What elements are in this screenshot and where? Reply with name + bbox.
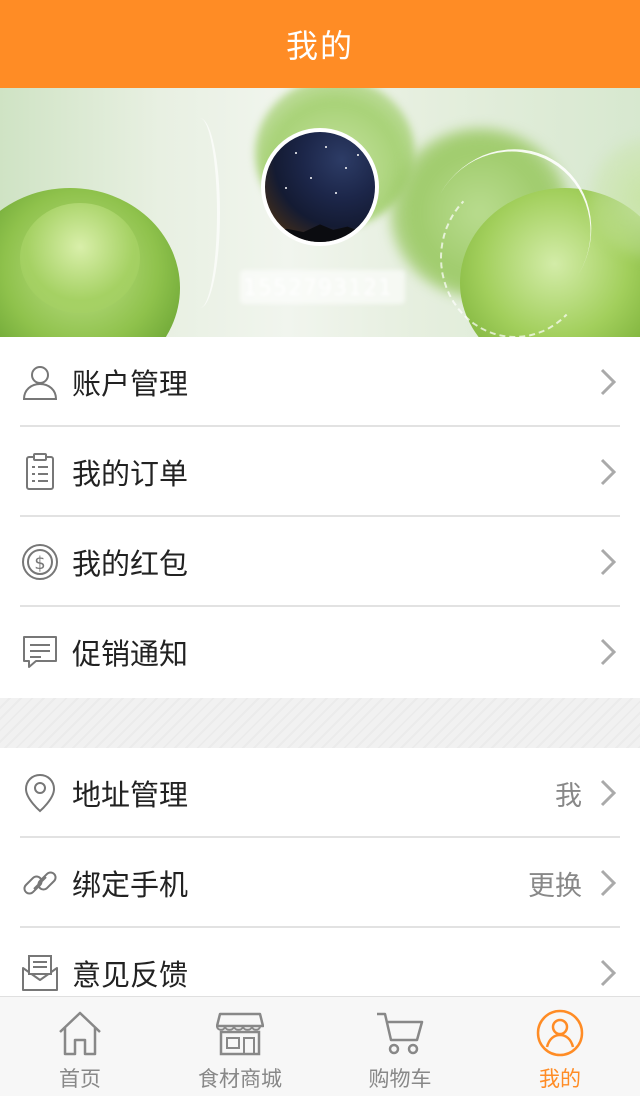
avatar-star bbox=[357, 154, 359, 156]
username: 1552793121 bbox=[243, 276, 393, 301]
tab-label: 我的 bbox=[539, 1067, 581, 1091]
menu-item-my-orders[interactable]: 我的订单 bbox=[0, 427, 640, 517]
banner-decor-arc bbox=[180, 118, 220, 308]
message-icon bbox=[20, 632, 60, 672]
tab-label: 购物车 bbox=[368, 1067, 432, 1091]
tab-profile[interactable]: 我的 bbox=[480, 997, 640, 1096]
avatar-star bbox=[335, 192, 337, 194]
menu-item-label: 促销通知 bbox=[72, 637, 189, 671]
chevron-right-icon bbox=[596, 953, 620, 993]
menu-group-account: 账户管理 我的订单 $ 我的红包 促销通知 bbox=[0, 337, 640, 698]
header-bar: 我的 bbox=[0, 0, 640, 88]
profile-page: 我的 1552793121 账户管理 我的订单 $ 我的红包 促销通知 地址管理… bbox=[0, 0, 640, 1096]
tab-cart[interactable]: 购物车 bbox=[320, 997, 480, 1096]
home-icon bbox=[54, 1007, 106, 1059]
tab-label: 食材商城 bbox=[198, 1067, 282, 1091]
banner-sprout-highlight bbox=[20, 203, 140, 313]
profile-icon bbox=[534, 1007, 586, 1059]
menu-item-promotion-notice[interactable]: 促销通知 bbox=[0, 607, 640, 697]
menu-item-account-management[interactable]: 账户管理 bbox=[0, 337, 640, 427]
menu-item-value: 我 bbox=[555, 780, 582, 812]
chevron-right-icon bbox=[596, 863, 620, 903]
menu-group-settings: 地址管理 我 绑定手机 更换 意见反馈 bbox=[0, 748, 640, 996]
avatar-star bbox=[310, 177, 312, 179]
menu-item-my-red-packets[interactable]: $ 我的红包 bbox=[0, 517, 640, 607]
location-pin-icon bbox=[20, 773, 60, 813]
tab-home[interactable]: 首页 bbox=[0, 997, 160, 1096]
mail-icon bbox=[20, 953, 60, 993]
menu-item-feedback[interactable]: 意见反馈 bbox=[0, 928, 640, 996]
clipboard-icon bbox=[20, 452, 60, 492]
chevron-right-icon bbox=[596, 452, 620, 492]
chevron-right-icon bbox=[596, 542, 620, 582]
coin-icon: $ bbox=[20, 542, 60, 582]
menu-item-address-management[interactable]: 地址管理 我 bbox=[0, 748, 640, 838]
tab-store[interactable]: 食材商城 bbox=[160, 997, 320, 1096]
cart-icon bbox=[374, 1007, 426, 1059]
menu-item-label: 绑定手机 bbox=[72, 868, 189, 902]
svg-text:$: $ bbox=[34, 553, 45, 574]
menu-item-label: 地址管理 bbox=[72, 778, 189, 812]
store-icon bbox=[214, 1007, 266, 1059]
profile-banner: 1552793121 bbox=[0, 88, 640, 337]
menu-item-bind-phone[interactable]: 绑定手机 更换 bbox=[0, 838, 640, 928]
menu-item-label: 账户管理 bbox=[72, 367, 189, 401]
avatar-star bbox=[345, 167, 347, 169]
avatar-star bbox=[325, 146, 327, 148]
menu-item-label: 我的订单 bbox=[72, 457, 189, 491]
chevron-right-icon bbox=[596, 632, 620, 672]
avatar-star bbox=[295, 152, 297, 154]
user-icon bbox=[20, 362, 60, 402]
chevron-right-icon bbox=[596, 362, 620, 402]
chevron-right-icon bbox=[596, 773, 620, 813]
menu-item-label: 我的红包 bbox=[72, 547, 189, 581]
section-separator bbox=[0, 698, 640, 748]
menu-item-value: 更换 bbox=[528, 870, 582, 902]
avatar[interactable] bbox=[261, 128, 379, 246]
avatar-star bbox=[285, 187, 287, 189]
bottom-tab-bar: 首页 食材商城 购物车 我的 bbox=[0, 996, 640, 1096]
link-icon bbox=[20, 863, 60, 903]
page-title: 我的 bbox=[285, 27, 354, 65]
banner-decor-dashed-ring bbox=[440, 178, 590, 337]
avatar-landscape bbox=[265, 224, 375, 242]
menu-item-label: 意见反馈 bbox=[72, 958, 189, 992]
tab-label: 首页 bbox=[59, 1067, 101, 1091]
